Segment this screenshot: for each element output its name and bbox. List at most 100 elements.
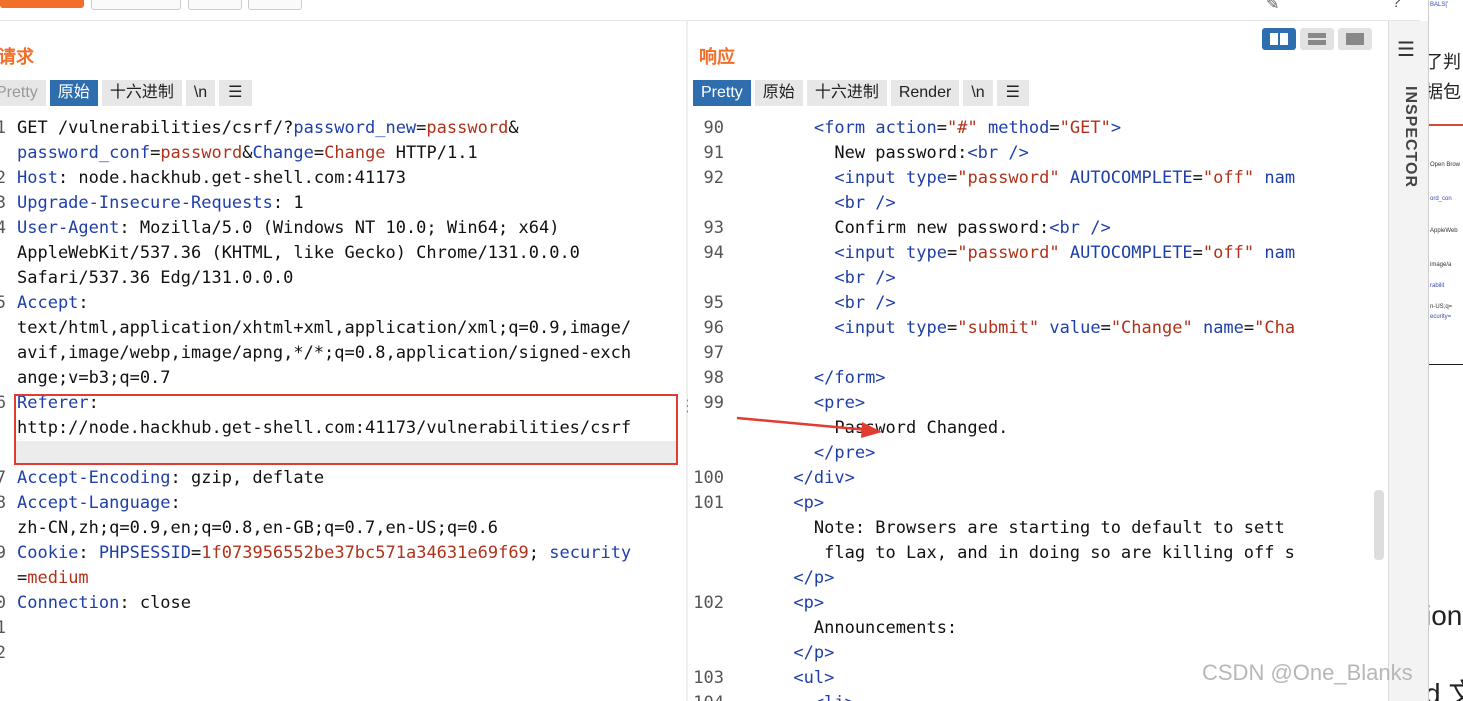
code-line: Note: Browsers are starting to default t…: [688, 516, 1388, 541]
code-token: password: [426, 118, 509, 138]
code-token: :: [170, 493, 181, 513]
code-line: </pre>: [688, 441, 1388, 466]
code-line: <br />: [688, 191, 1388, 216]
code-line: </p>: [688, 566, 1388, 591]
menu-lines-icon[interactable]: ☰: [996, 80, 1029, 106]
code-token: =: [191, 543, 202, 563]
code-line: flag to Lax, and in doing so are killing…: [688, 541, 1388, 566]
edge-text: 据包: [1428, 82, 1461, 102]
edit-icon[interactable]: ✎: [1266, 0, 1279, 14]
cancel-button[interactable]: [91, 0, 181, 10]
line-number: 2: [0, 168, 6, 188]
tab-render[interactable]: Render: [890, 80, 960, 106]
code-token: AUTOCOMPLETE: [1069, 168, 1193, 188]
send-button[interactable]: [0, 0, 84, 8]
code-token: "off": [1202, 168, 1255, 188]
code-token: 1f073956552be37bc571a34631e69f69: [201, 543, 529, 563]
code-line: text/html,application/xhtml+xml,applicat…: [0, 316, 686, 341]
forward-button[interactable]: [248, 0, 302, 10]
background-window-edge: BALS[' 了判 据包 Open Brow ord_con AppleWeb …: [1428, 0, 1463, 701]
code-token: "Change": [1110, 318, 1193, 338]
code-line: 7 Accept-Encoding: gzip, deflate: [0, 466, 686, 491]
tab-hex[interactable]: 十六进制: [101, 80, 182, 106]
code-line: 92 <input type="password" AUTOCOMPLETE="…: [688, 166, 1388, 191]
line-number: 94: [703, 243, 724, 263]
code-token: Change: [324, 143, 386, 163]
tab-pretty[interactable]: Pretty: [693, 80, 751, 106]
tab-raw[interactable]: 原始: [754, 80, 803, 106]
edge-text: d 文: [1429, 672, 1463, 701]
code-token: Accept: [17, 293, 79, 313]
stacked-view-icon[interactable]: [1300, 28, 1334, 50]
tab-pretty[interactable]: Pretty: [0, 80, 46, 106]
referer-highlight-box: [14, 394, 678, 465]
response-editor[interactable]: 90 <form action="#" method="GET"> 91 New …: [688, 116, 1388, 701]
code-line: Announcements:: [688, 616, 1388, 641]
line-number: 8: [0, 493, 6, 513]
tab-newline[interactable]: \n: [963, 80, 993, 106]
help-icon[interactable]: ?: [1392, 0, 1401, 12]
code-token: value: [1049, 318, 1101, 338]
split-view-icon[interactable]: [1262, 28, 1296, 50]
code-token: <pre>: [813, 393, 866, 413]
line-text: New password:<br />: [732, 141, 1028, 166]
code-line: 0 Connection: close: [0, 591, 686, 616]
line-text: </pre>: [732, 441, 875, 466]
code-token: nam: [1264, 168, 1296, 188]
code-token: :: [78, 543, 99, 563]
tab-raw[interactable]: 原始: [49, 80, 98, 106]
line-text: <p>: [732, 491, 824, 516]
back-button[interactable]: [188, 0, 242, 10]
line-number: 0: [0, 593, 6, 613]
menu-lines-icon[interactable]: ☰: [219, 80, 252, 106]
line-number: 101: [693, 493, 724, 513]
code-token: =: [313, 143, 325, 163]
line-text: Accept-Language:: [17, 491, 181, 516]
tab-hex[interactable]: 十六进制: [806, 80, 887, 106]
single-view-icon[interactable]: [1338, 28, 1372, 50]
line-text: </form>: [732, 366, 886, 391]
code-token: =: [17, 568, 28, 588]
code-token: name: [1202, 318, 1244, 338]
code-token: =: [1049, 118, 1060, 138]
edge-text: ion: [1428, 600, 1463, 631]
inspector-label[interactable]: INSPECTOR: [1401, 86, 1419, 188]
line-text: <br />: [732, 191, 896, 216]
line-number: 90: [703, 118, 724, 138]
code-token: password: [160, 143, 243, 163]
code-token: <input: [834, 243, 896, 263]
code-token: action: [875, 118, 937, 138]
code-token: GET /vulnerabilities/csrf/?: [17, 118, 294, 138]
line-number: 9: [0, 543, 6, 563]
line-text: <input type="password" AUTOCOMPLETE="off…: [732, 166, 1295, 191]
code-token: =: [946, 318, 958, 338]
code-token: <br />: [834, 193, 896, 213]
line-text: User-Agent: Mozilla/5.0 (Windows NT 10.0…: [17, 216, 559, 241]
line-text: AppleWebKit/537.36 (KHTML, like Gecko) C…: [17, 241, 580, 266]
edge-mini-text: Open Brow: [1430, 162, 1461, 168]
line-text: Safari/537.36 Edg/131.0.0.0: [17, 266, 293, 291]
code-token: =: [1100, 318, 1111, 338]
code-token: : close: [119, 593, 192, 613]
inspector-menu-icon[interactable]: ☰: [1397, 37, 1415, 62]
code-token: :: [78, 293, 89, 313]
code-token: : 1: [272, 193, 304, 213]
line-text: <li>: [732, 691, 855, 701]
line-text: ange;v=b3;q=0.7: [17, 366, 171, 391]
line-text: <ul>: [732, 666, 834, 691]
code-token: =: [946, 168, 958, 188]
code-token: "#": [947, 118, 978, 138]
tab-newline[interactable]: \n: [185, 80, 216, 106]
response-scrollbar[interactable]: [1374, 490, 1384, 560]
line-number: 1: [0, 618, 6, 638]
code-token: =: [1243, 318, 1255, 338]
line-text: Confirm new password:<br />: [732, 216, 1110, 241]
